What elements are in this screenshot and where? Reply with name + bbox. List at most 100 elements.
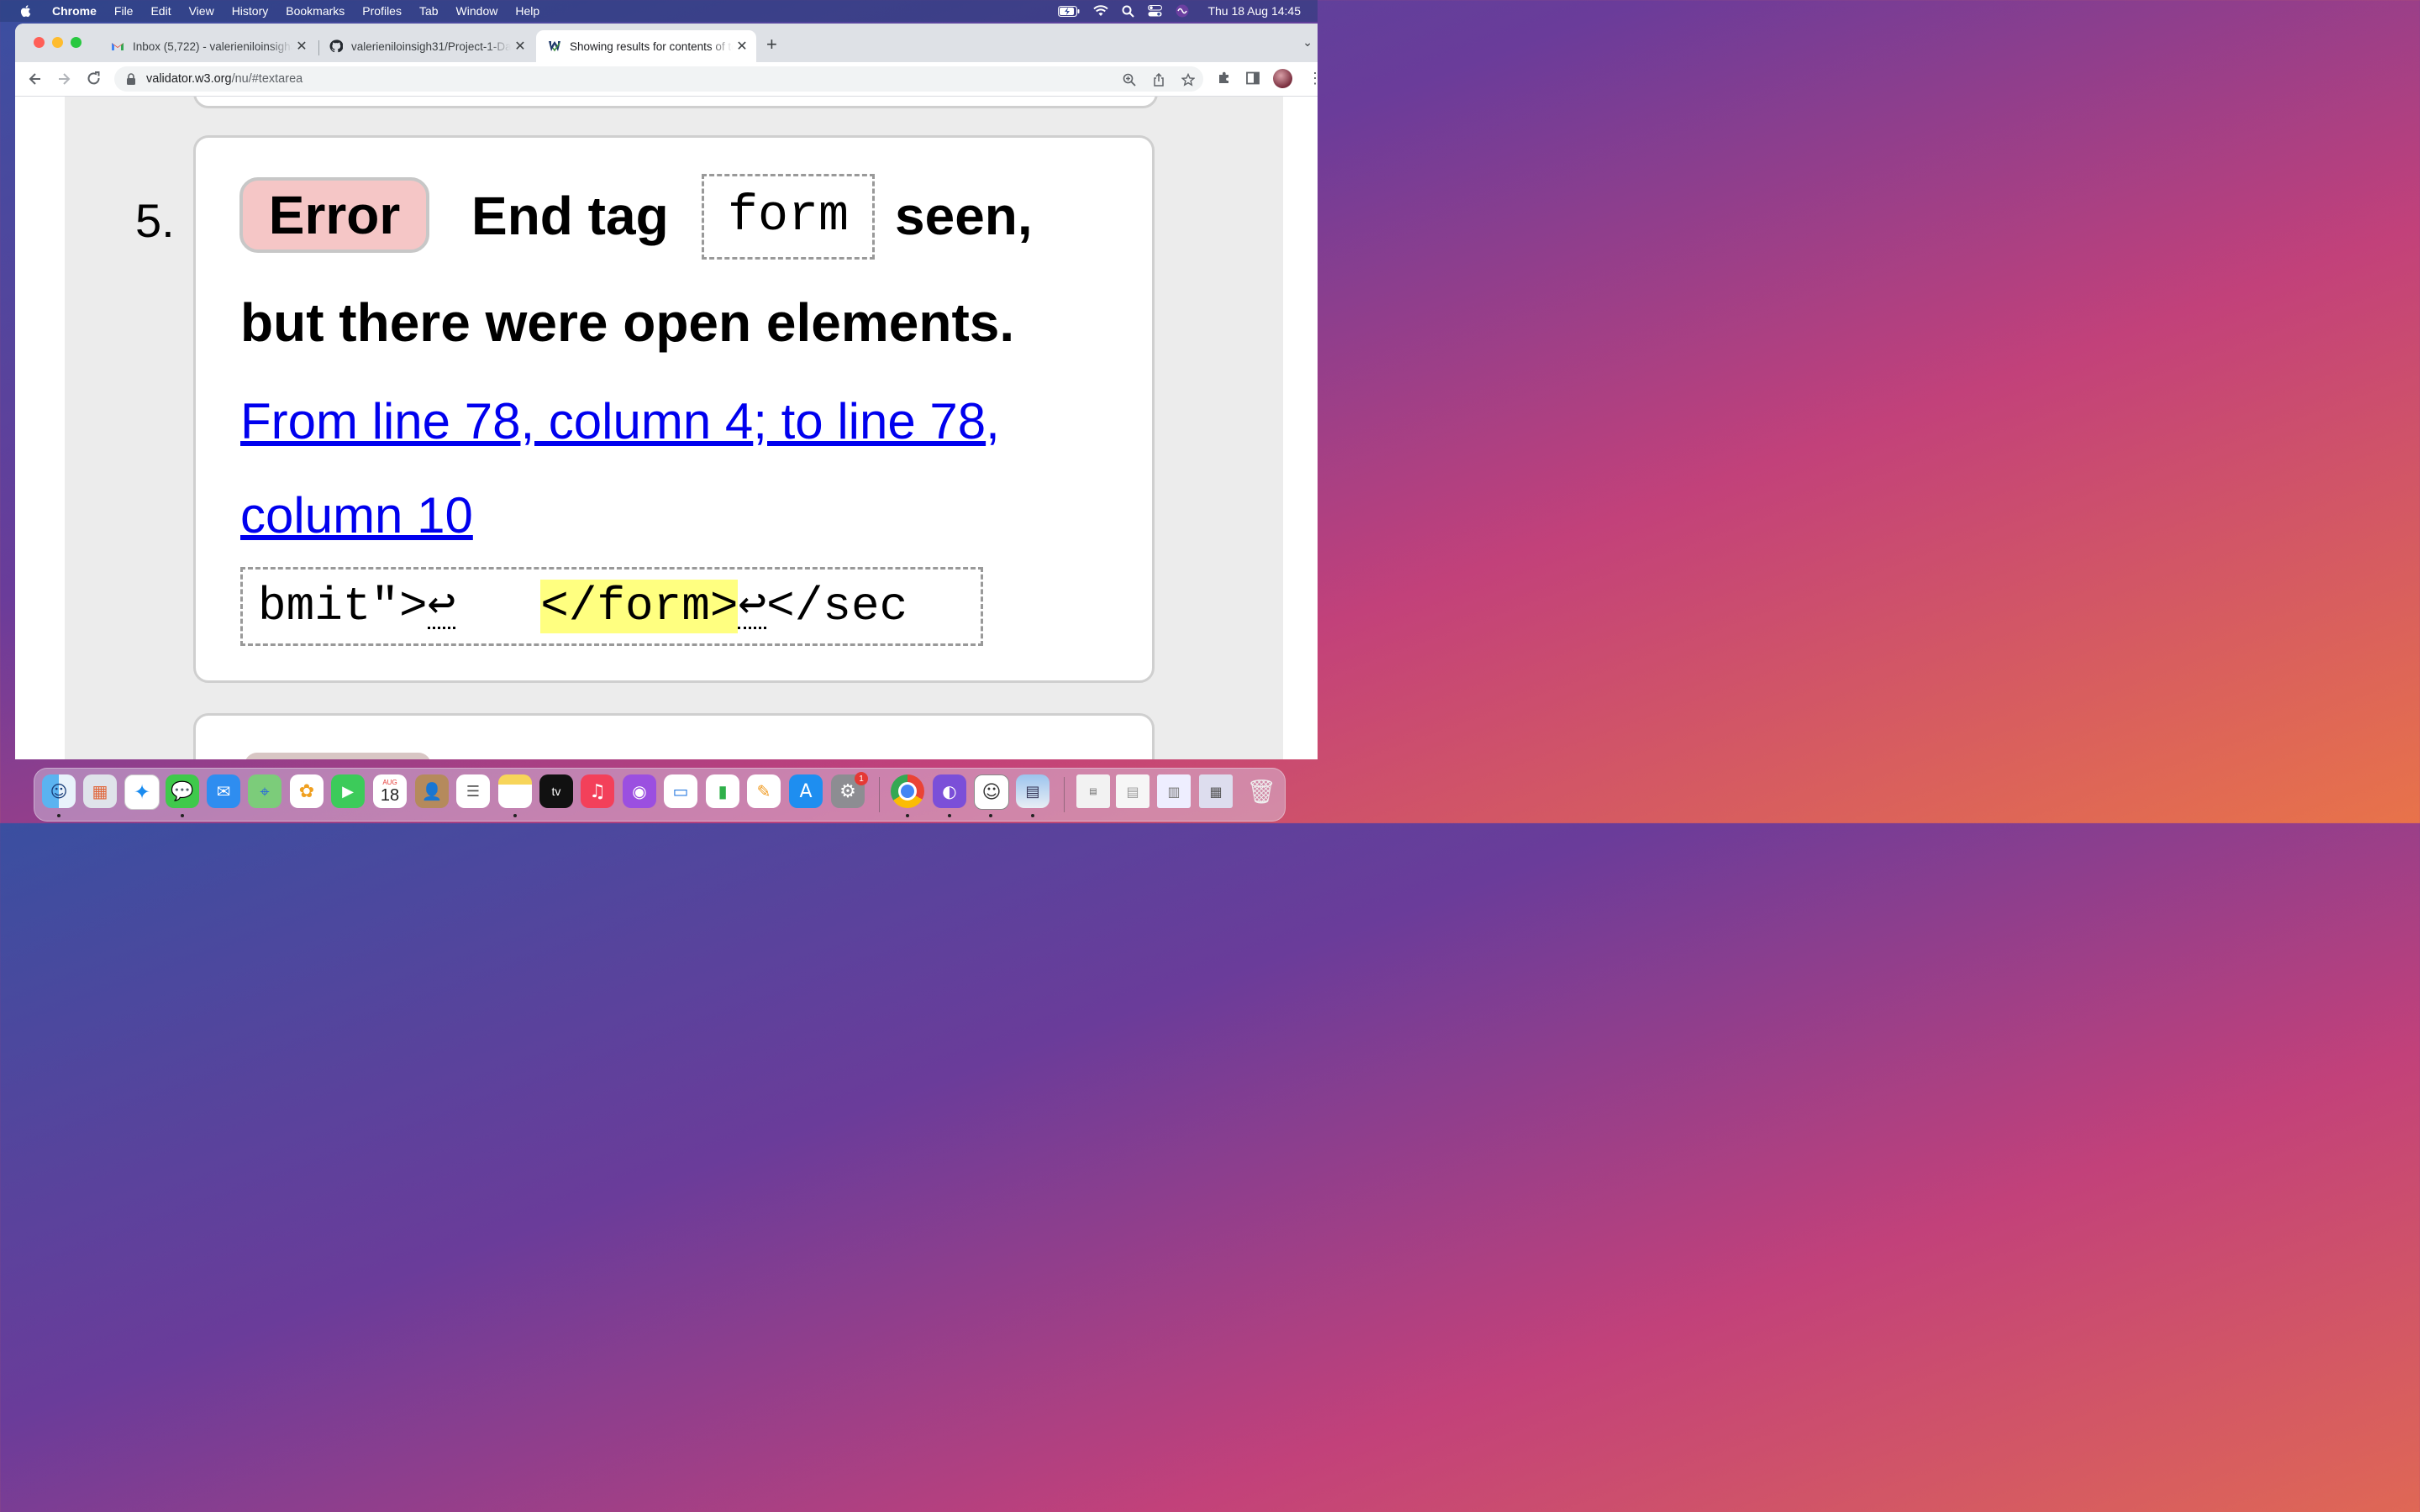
menu-view[interactable]: View: [189, 4, 214, 18]
numbers-icon[interactable]: ▮: [706, 774, 739, 808]
location-comma-link[interactable]: ,: [986, 393, 1000, 449]
running-indicator: [181, 814, 184, 817]
tab-gmail[interactable]: Inbox (5,722) - valerieniloinsigh31@gmai…: [99, 30, 316, 62]
running-indicator: [1031, 814, 1034, 817]
next-message-card: [193, 713, 1155, 759]
github-desktop-icon[interactable]: ◐: [933, 774, 966, 808]
menu-tab[interactable]: Tab: [419, 4, 439, 18]
siri-icon[interactable]: [1176, 4, 1189, 18]
reminders-icon[interactable]: ☰: [456, 774, 490, 808]
app-store-icon[interactable]: A: [789, 774, 823, 808]
tab-search-chevron-icon[interactable]: ⌄: [1302, 35, 1313, 50]
emoji-app-icon[interactable]: ☺: [974, 774, 1009, 810]
menu-help[interactable]: Help: [515, 4, 539, 18]
notes-icon[interactable]: [498, 774, 532, 808]
dock: ☺ ▦ ✦ 💬 ✉ ⌖ ✿ ▶ AUG 18 👤 ☰ tv ♫ ◉ ▭ ▮ ✎ …: [34, 768, 1286, 822]
menubar-clock[interactable]: Thu 18 Aug 14:45: [1207, 4, 1301, 18]
tab-title: Showing results for contents of text-inp…: [570, 39, 733, 53]
wifi-icon[interactable]: [1093, 5, 1109, 17]
zoom-icon[interactable]: [1123, 73, 1136, 87]
running-indicator: [57, 814, 60, 817]
contacts-icon[interactable]: 👤: [415, 774, 449, 808]
facetime-icon[interactable]: ▶: [331, 774, 365, 808]
page-content: 5. Error End tag form seen, but there we…: [15, 97, 1318, 759]
location-to-link[interactable]: ; to line 78: [753, 393, 986, 449]
reload-icon[interactable]: [86, 71, 103, 87]
back-arrow-icon[interactable]: [27, 71, 44, 87]
location-link[interactable]: From line 78, column 4; to line 78,: [240, 392, 1000, 450]
apple-icon[interactable]: [18, 3, 34, 18]
menu-app-name[interactable]: Chrome: [52, 4, 97, 18]
extensions-puzzle-icon[interactable]: [1217, 71, 1232, 86]
message-number: 5.: [135, 194, 175, 247]
running-indicator: [906, 814, 909, 817]
close-tab-icon[interactable]: ✕: [292, 38, 311, 55]
chrome-icon[interactable]: [891, 774, 924, 808]
close-window-button[interactable]: [34, 37, 45, 48]
screenshot-stack-icon[interactable]: ▥: [1157, 774, 1191, 808]
line-feed-marker: ↩: [738, 578, 767, 633]
window-thumbnail-icon[interactable]: ▦: [1199, 774, 1233, 808]
menu-history[interactable]: History: [232, 4, 269, 18]
location-end-column-link[interactable]: column 10: [240, 486, 473, 544]
message-text-after: seen,: [895, 186, 1033, 246]
pages-icon[interactable]: ✎: [747, 774, 781, 808]
tab-title: valerieniloinsigh31/Project-1-Dashboard: [351, 39, 511, 53]
mail-icon[interactable]: ✉: [207, 774, 240, 808]
minimize-window-button[interactable]: [52, 37, 63, 48]
line-feed-marker: ↩: [427, 578, 456, 633]
preview-icon[interactable]: ▤: [1016, 774, 1050, 808]
close-tab-icon[interactable]: ✕: [733, 38, 751, 55]
address-bar[interactable]: validator.w3.org/nu/#textarea: [114, 66, 1203, 92]
downloads-stack-icon[interactable]: ▤: [1116, 774, 1150, 808]
messages-icon[interactable]: 💬: [166, 774, 199, 808]
spotlight-search-icon[interactable]: [1122, 5, 1135, 18]
menu-edit[interactable]: Edit: [150, 4, 171, 18]
battery-icon[interactable]: [1058, 5, 1080, 17]
lock-icon[interactable]: [126, 73, 136, 85]
launchpad-icon[interactable]: ▦: [83, 774, 117, 808]
running-indicator: [948, 814, 951, 817]
location-column-link[interactable]: , column 4: [520, 393, 753, 449]
location-from-link[interactable]: From line 78: [240, 393, 520, 449]
menu-bookmarks[interactable]: Bookmarks: [286, 4, 345, 18]
side-panel-icon[interactable]: [1245, 71, 1260, 86]
more-menu-icon[interactable]: ⋮: [1307, 69, 1318, 87]
new-tab-plus-icon[interactable]: +: [766, 35, 777, 54]
previous-message-card: [193, 97, 1158, 108]
browser-window: Inbox (5,722) - valerieniloinsigh31@gmai…: [15, 24, 1318, 759]
profile-avatar[interactable]: [1273, 69, 1292, 88]
podcasts-icon[interactable]: ◉: [623, 774, 656, 808]
tab-validator[interactable]: Showing results for contents of text-inp…: [536, 30, 756, 62]
safari-icon[interactable]: ✦: [124, 774, 160, 810]
tab-github[interactable]: valerieniloinsigh31/Project-1-Dashboard …: [318, 30, 534, 62]
dock-separator: [879, 777, 880, 812]
forward-arrow-icon[interactable]: [55, 71, 72, 87]
running-indicator: [989, 814, 992, 817]
calendar-icon[interactable]: AUG 18: [373, 774, 407, 808]
keynote-icon[interactable]: ▭: [664, 774, 697, 808]
menu-profiles[interactable]: Profiles: [362, 4, 402, 18]
finder-icon[interactable]: ☺: [42, 774, 76, 808]
tab-strip: Inbox (5,722) - valerieniloinsigh31@gmai…: [15, 24, 1318, 62]
running-indicator: [513, 814, 517, 817]
menu-file[interactable]: File: [114, 4, 134, 18]
zoom-window-button[interactable]: [71, 37, 82, 48]
music-icon[interactable]: ♫: [581, 774, 614, 808]
maps-icon[interactable]: ⌖: [248, 774, 281, 808]
photos-icon[interactable]: ✿: [290, 774, 324, 808]
docx-file-icon[interactable]: ▤: [1076, 774, 1110, 808]
browser-toolbar: validator.w3.org/nu/#textarea ⋮: [15, 62, 1318, 97]
apple-tv-icon[interactable]: tv: [539, 774, 573, 808]
menu-window[interactable]: Window: [456, 4, 498, 18]
bookmark-star-icon[interactable]: [1181, 73, 1195, 87]
close-tab-icon[interactable]: ✕: [511, 38, 529, 55]
trash-icon[interactable]: 🗑: [1244, 774, 1278, 808]
gmail-icon: [112, 43, 124, 50]
control-center-icon[interactable]: [1148, 5, 1163, 17]
share-icon[interactable]: [1152, 73, 1165, 87]
url-text[interactable]: validator.w3.org/nu/#textarea: [146, 72, 302, 86]
w3c-validator-icon: [549, 41, 560, 52]
extract-gap: [455, 580, 540, 633]
notification-badge: 1: [855, 772, 868, 785]
